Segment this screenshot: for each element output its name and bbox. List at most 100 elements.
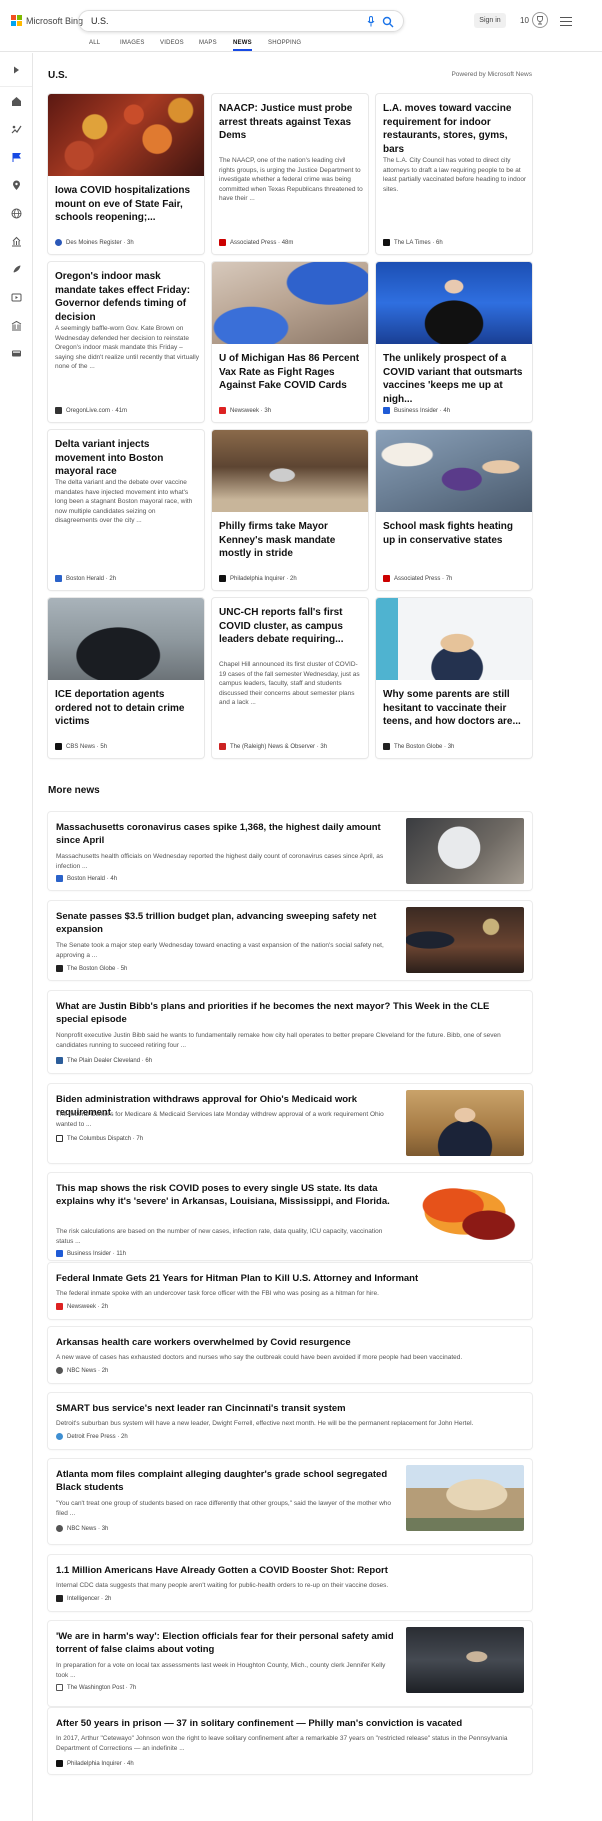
news-card[interactable]: U of Michigan Has 86 Percent Vax Rate as… (212, 262, 368, 422)
news-row[interactable]: After 50 years in prison — 37 in solitar… (48, 1708, 532, 1774)
card-title[interactable]: Iowa COVID hospitalizations mount on eve… (55, 184, 197, 225)
news-card[interactable]: Oregon's indoor mask mandate takes effec… (48, 262, 204, 422)
card-title[interactable]: NAACP: Justice must probe arrest threats… (219, 102, 361, 143)
entertainment-icon[interactable] (11, 292, 22, 303)
search-box[interactable]: U.S. (78, 10, 404, 32)
news-card[interactable]: NAACP: Justice must probe arrest threats… (212, 94, 368, 254)
card-source[interactable]: Des Moines Register · 3h (55, 239, 134, 246)
row-title[interactable]: Massachusetts coronavirus cases spike 1,… (56, 821, 396, 847)
tab-images[interactable]: IMAGES (120, 40, 145, 46)
row-source[interactable]: Philadelphia Inquirer · 4h (56, 1760, 134, 1767)
row-source[interactable]: Intelligencer · 2h (56, 1595, 111, 1602)
tab-maps[interactable]: MAPS (199, 40, 217, 46)
news-row[interactable]: SMART bus service's next leader ran Cinc… (48, 1393, 532, 1449)
card-source[interactable]: CBS News · 5h (55, 743, 107, 750)
trending-icon[interactable] (11, 124, 22, 135)
news-row[interactable]: What are Justin Bibb's plans and priorit… (48, 991, 532, 1073)
news-row[interactable]: This map shows the risk COVID poses to e… (48, 1173, 532, 1260)
news-card[interactable]: Why some parents are still hesitant to v… (376, 598, 532, 758)
row-title[interactable]: SMART bus service's next leader ran Cinc… (56, 1402, 516, 1415)
news-row[interactable]: Arkansas health care workers overwhelmed… (48, 1327, 532, 1383)
politics-icon[interactable] (11, 236, 22, 247)
news-row[interactable]: Biden administration withdraws approval … (48, 1084, 532, 1163)
home-icon[interactable] (11, 96, 22, 107)
row-source[interactable]: NBC News · 3h (56, 1525, 108, 1532)
card-source[interactable]: Business Insider · 4h (383, 407, 450, 414)
news-row[interactable]: Massachusetts coronavirus cases spike 1,… (48, 812, 532, 890)
row-source[interactable]: Business Insider · 11h (56, 1250, 126, 1257)
card-title[interactable]: School mask fights heating up in conserv… (383, 520, 525, 547)
news-row[interactable]: Senate passes $3.5 trillion budget plan,… (48, 901, 532, 980)
tab-videos[interactable]: VIDEOS (160, 40, 184, 46)
row-source[interactable]: Boston Herald · 4h (56, 875, 117, 882)
card-source[interactable]: OregonLive.com · 41m (55, 407, 127, 414)
card-source[interactable]: Boston Herald · 2h (55, 575, 116, 582)
news-card[interactable]: Delta variant injects movement into Bost… (48, 430, 204, 590)
row-snippet: The federal Centers for Medicare & Medic… (56, 1111, 384, 1128)
powered-by-label[interactable]: Powered by Microsoft News (451, 71, 532, 78)
card-source[interactable]: The LA Times · 6h (383, 239, 443, 246)
microphone-icon[interactable] (367, 16, 375, 27)
row-source[interactable]: The Plain Dealer Cleveland · 6h (56, 1057, 152, 1064)
card-title[interactable]: ICE deportation agents ordered not to de… (55, 688, 197, 729)
row-title[interactable]: 1.1 Million Americans Have Already Gotte… (56, 1564, 516, 1577)
card-source[interactable]: The (Raleigh) News & Observer · 3h (219, 743, 327, 750)
tab-shopping[interactable]: SHOPPING (268, 40, 301, 46)
card-title[interactable]: Why some parents are still hesitant to v… (383, 688, 525, 729)
news-card[interactable]: Iowa COVID hospitalizations mount on eve… (48, 94, 204, 254)
row-title[interactable]: 'We are in harm's way': Election officia… (56, 1630, 396, 1656)
sign-in-button[interactable]: Sign in (474, 13, 506, 28)
row-title[interactable]: This map shows the risk COVID poses to e… (56, 1182, 416, 1208)
news-card[interactable]: The unlikely prospect of a COVID variant… (376, 262, 532, 422)
row-title[interactable]: Senate passes $3.5 trillion budget plan,… (56, 910, 396, 936)
us-flag-icon[interactable] (11, 152, 22, 163)
search-icon[interactable] (382, 16, 394, 28)
row-title[interactable]: Arkansas health care workers overwhelmed… (56, 1336, 516, 1349)
row-source[interactable]: Detroit Free Press · 2h (56, 1433, 128, 1440)
news-card[interactable]: L.A. moves toward vaccine requirement fo… (376, 94, 532, 254)
news-card[interactable]: UNC-CH reports fall's first COVID cluste… (212, 598, 368, 758)
location-pin-icon[interactable] (11, 180, 22, 191)
card-source[interactable]: Newsweek · 3h (219, 407, 271, 414)
news-row[interactable]: Atlanta mom files complaint alleging dau… (48, 1459, 532, 1544)
row-title[interactable]: Atlanta mom files complaint alleging dau… (56, 1468, 396, 1494)
news-row[interactable]: 1.1 Million Americans Have Already Gotte… (48, 1555, 532, 1611)
news-card[interactable]: Philly firms take Mayor Kenney's mask ma… (212, 430, 368, 590)
tab-news[interactable]: NEWS (233, 40, 252, 51)
rewards-trophy-icon[interactable] (532, 12, 548, 28)
card-title[interactable]: Delta variant injects movement into Bost… (55, 438, 197, 479)
expand-arrow-icon[interactable] (13, 66, 20, 74)
world-icon[interactable] (11, 208, 22, 219)
row-source[interactable]: Newsweek · 2h (56, 1303, 108, 1310)
search-input[interactable]: U.S. (91, 16, 109, 26)
row-source[interactable]: The Boston Globe · 5h (56, 965, 127, 972)
card-source[interactable]: The Boston Globe · 3h (383, 743, 454, 750)
card-title[interactable]: L.A. moves toward vaccine requirement fo… (383, 102, 525, 156)
news-row[interactable]: Federal Inmate Gets 21 Years for Hitman … (48, 1263, 532, 1319)
tab-all[interactable]: ALL (89, 40, 100, 46)
technology-icon[interactable] (11, 348, 22, 359)
card-title[interactable]: UNC-CH reports fall's first COVID cluste… (219, 606, 361, 647)
row-title[interactable]: What are Justin Bibb's plans and priorit… (56, 1000, 516, 1026)
card-title[interactable]: U of Michigan Has 86 Percent Vax Rate as… (219, 352, 361, 393)
menu-icon[interactable] (560, 17, 572, 29)
rail-toggle[interactable] (0, 53, 32, 87)
card-source[interactable]: Associated Press · 48m (219, 239, 293, 246)
row-title[interactable]: Federal Inmate Gets 21 Years for Hitman … (56, 1272, 516, 1285)
card-title[interactable]: Oregon's indoor mask mandate takes effec… (55, 270, 197, 324)
card-title[interactable]: Philly firms take Mayor Kenney's mask ma… (219, 520, 361, 561)
business-icon[interactable] (11, 320, 22, 331)
card-title[interactable]: The unlikely prospect of a COVID variant… (383, 352, 525, 406)
science-rocket-icon[interactable] (11, 264, 22, 275)
bing-logo[interactable]: Microsoft Bing (11, 15, 83, 26)
rewards-points[interactable]: 10 (520, 16, 529, 25)
row-source[interactable]: NBC News · 2h (56, 1367, 108, 1374)
row-source[interactable]: The Washington Post · 7h (56, 1684, 136, 1691)
row-source[interactable]: The Columbus Dispatch · 7h (56, 1135, 143, 1142)
news-card[interactable]: ICE deportation agents ordered not to de… (48, 598, 204, 758)
card-source[interactable]: Philadelphia Inquirer · 2h (219, 575, 297, 582)
news-row[interactable]: 'We are in harm's way': Election officia… (48, 1621, 532, 1706)
card-source[interactable]: Associated Press · 7h (383, 575, 452, 582)
news-card[interactable]: School mask fights heating up in conserv… (376, 430, 532, 590)
row-title[interactable]: After 50 years in prison — 37 in solitar… (56, 1717, 516, 1730)
